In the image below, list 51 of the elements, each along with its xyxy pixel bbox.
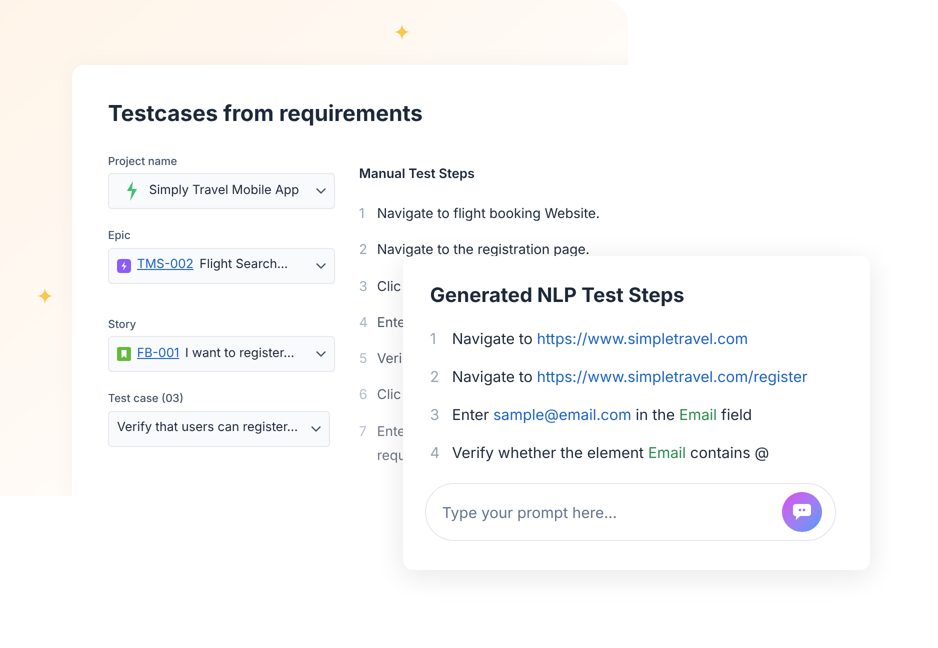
field-label: Test case (03) <box>108 390 185 406</box>
step-number: 3 <box>359 278 367 296</box>
step-text: Veri <box>377 350 402 369</box>
step-number: 5 <box>359 350 367 369</box>
issue-link[interactable]: FB-001 <box>137 344 180 364</box>
step-number: 1 <box>359 205 366 224</box>
step-text: Verify whether the element Email contains @ <box>452 442 770 464</box>
step-text: Navigate to https://www.simpletravel.com/register <box>452 366 808 388</box>
step-text: Navigate to flight booking Website. <box>377 205 600 224</box>
card-title: Generated NLP Test Steps <box>430 283 686 308</box>
select-field[interactable]: FB-001 I want to register... <box>108 336 335 372</box>
link[interactable]: https://www.simpletravel.com/register <box>536 367 808 386</box>
bolt-icon <box>125 181 139 201</box>
step-text: Navigate to the registration page. <box>377 241 590 260</box>
sparkle-icon <box>37 288 53 304</box>
select-value: Simply Travel Mobile App <box>149 182 300 200</box>
step-number: 2 <box>359 241 367 260</box>
link[interactable]: https://www.simpletravel.com <box>536 329 748 348</box>
select-value: Verify that users can register... <box>117 419 299 438</box>
bolt-icon <box>117 258 131 272</box>
field-label: Story <box>108 316 138 332</box>
field-label: Epic <box>108 227 132 244</box>
step-text: Navigate to https://www.simpletravel.com <box>452 328 748 350</box>
select-field[interactable]: TMS-002 Flight Search... <box>108 248 335 284</box>
chevron-down-icon <box>316 351 326 357</box>
step-text: Clic <box>377 386 402 406</box>
chevron-down-icon <box>311 426 321 432</box>
step-number: 1 <box>430 328 438 350</box>
bookmark-icon <box>117 347 131 361</box>
select-field[interactable]: Simply Travel Mobile App <box>108 173 335 209</box>
panel-title: Testcases from requirements <box>108 101 424 128</box>
select-value: Flight Search... <box>200 256 289 274</box>
select-value: I want to register... <box>185 344 296 363</box>
chevron-down-icon <box>316 188 326 194</box>
step-number: 3 <box>430 404 440 426</box>
chevron-down-icon <box>316 262 326 268</box>
step-number: 6 <box>359 386 367 406</box>
section-heading: Manual Test Steps <box>359 164 476 184</box>
select-field[interactable]: Verify that users can register... <box>108 410 330 446</box>
prompt-input[interactable]: Type your prompt here... <box>425 483 836 541</box>
step-number: 4 <box>430 442 440 464</box>
step-number: 4 <box>359 314 367 333</box>
step-text: Enter sample@email.com in the Email field <box>452 404 752 426</box>
chat-bubble-icon <box>792 503 812 521</box>
issue-link[interactable]: TMS-002 <box>137 256 194 275</box>
step-number: 7 <box>359 422 367 442</box>
step-text: Clic <box>377 278 402 296</box>
link[interactable]: sample@email.com <box>493 405 632 424</box>
step-number: 2 <box>430 366 440 388</box>
sparkle-icon <box>394 24 410 40</box>
field-label: Project name <box>108 152 178 169</box>
